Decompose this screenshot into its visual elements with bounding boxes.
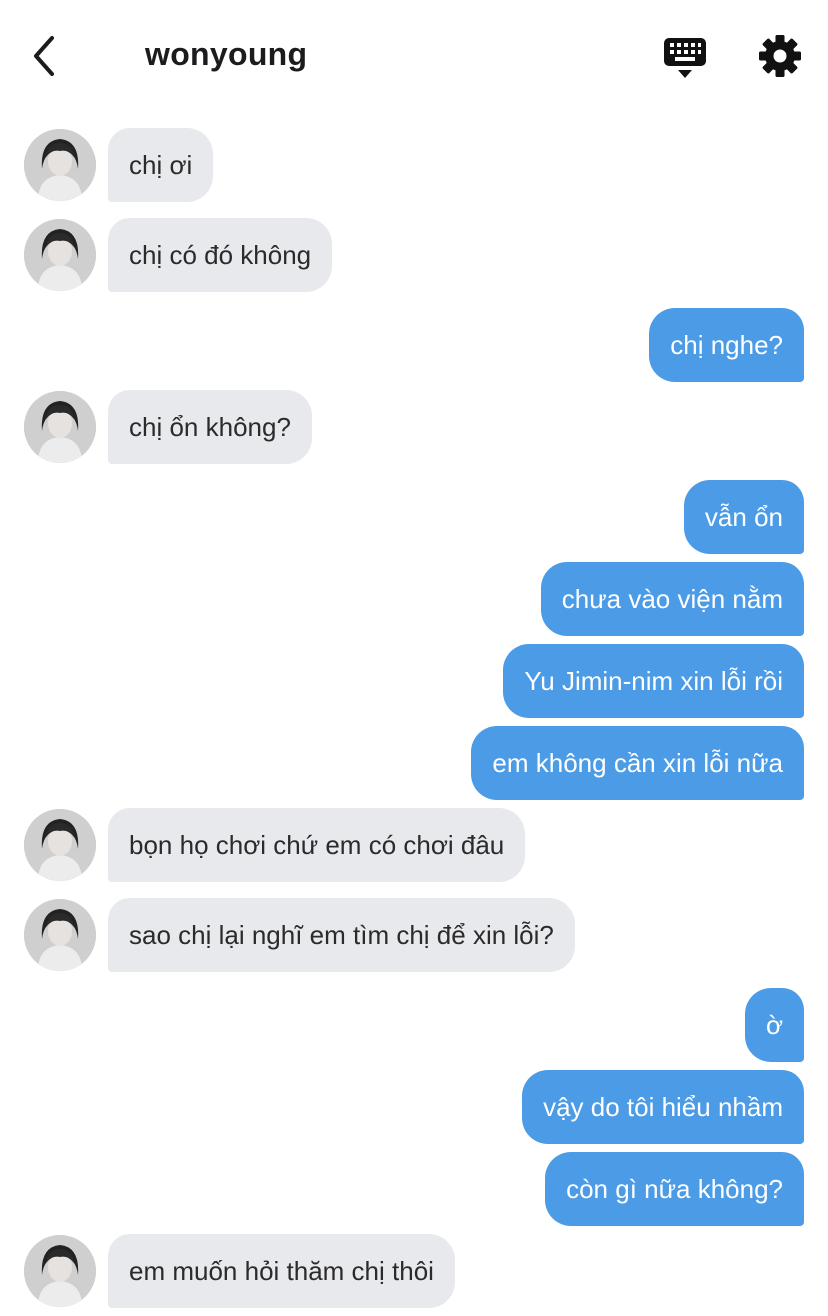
message-sent[interactable]: vẫn ổn [683, 480, 804, 554]
message-sent[interactable]: Yu Jimin-nim xin lỗi rồi [503, 644, 804, 718]
message-sent[interactable]: chưa vào viện nằm [540, 562, 804, 636]
contact-avatar[interactable] [24, 1235, 96, 1307]
message-received[interactable]: chị ổn không? [108, 390, 312, 464]
gear-icon [759, 35, 801, 77]
avatar-portrait [24, 129, 96, 201]
contact-avatar[interactable] [24, 391, 96, 463]
avatar-portrait [24, 809, 96, 881]
message-received[interactable]: chị ơi [108, 128, 214, 202]
avatar-portrait [24, 1235, 96, 1307]
keyboard-icon [664, 38, 706, 78]
back-button[interactable] [28, 34, 64, 78]
message-sent[interactable]: chị nghe? [649, 308, 804, 382]
message-sent[interactable]: em không cần xin lỗi nữa [471, 726, 804, 800]
message-sent[interactable]: ờ [744, 988, 804, 1062]
contact-avatar[interactable] [24, 219, 96, 291]
contact-avatar[interactable] [24, 129, 96, 201]
message-sent[interactable]: còn gì nữa không? [545, 1152, 804, 1226]
chat-title: wonyoung [145, 36, 308, 72]
message-sent[interactable]: vậy do tôi hiểu nhầm [522, 1070, 804, 1144]
message-received[interactable]: em muốn hỏi thăm chị thôi [108, 1234, 455, 1308]
avatar-portrait [24, 899, 96, 971]
contact-avatar[interactable] [24, 899, 96, 971]
message-received[interactable]: chị có đó không [108, 218, 333, 292]
settings-button[interactable] [758, 34, 802, 78]
message-received[interactable]: bọn họ chơi chứ em có chơi đâu [108, 808, 526, 882]
contact-avatar[interactable] [24, 809, 96, 881]
chat-header: wonyoung [0, 0, 828, 110]
message-received[interactable]: sao chị lại nghĩ em tìm chị để xin lỗi? [108, 898, 575, 972]
avatar-portrait [24, 219, 96, 291]
keyboard-button[interactable] [662, 36, 708, 80]
chevron-left-icon [34, 36, 54, 76]
avatar-portrait [24, 391, 96, 463]
